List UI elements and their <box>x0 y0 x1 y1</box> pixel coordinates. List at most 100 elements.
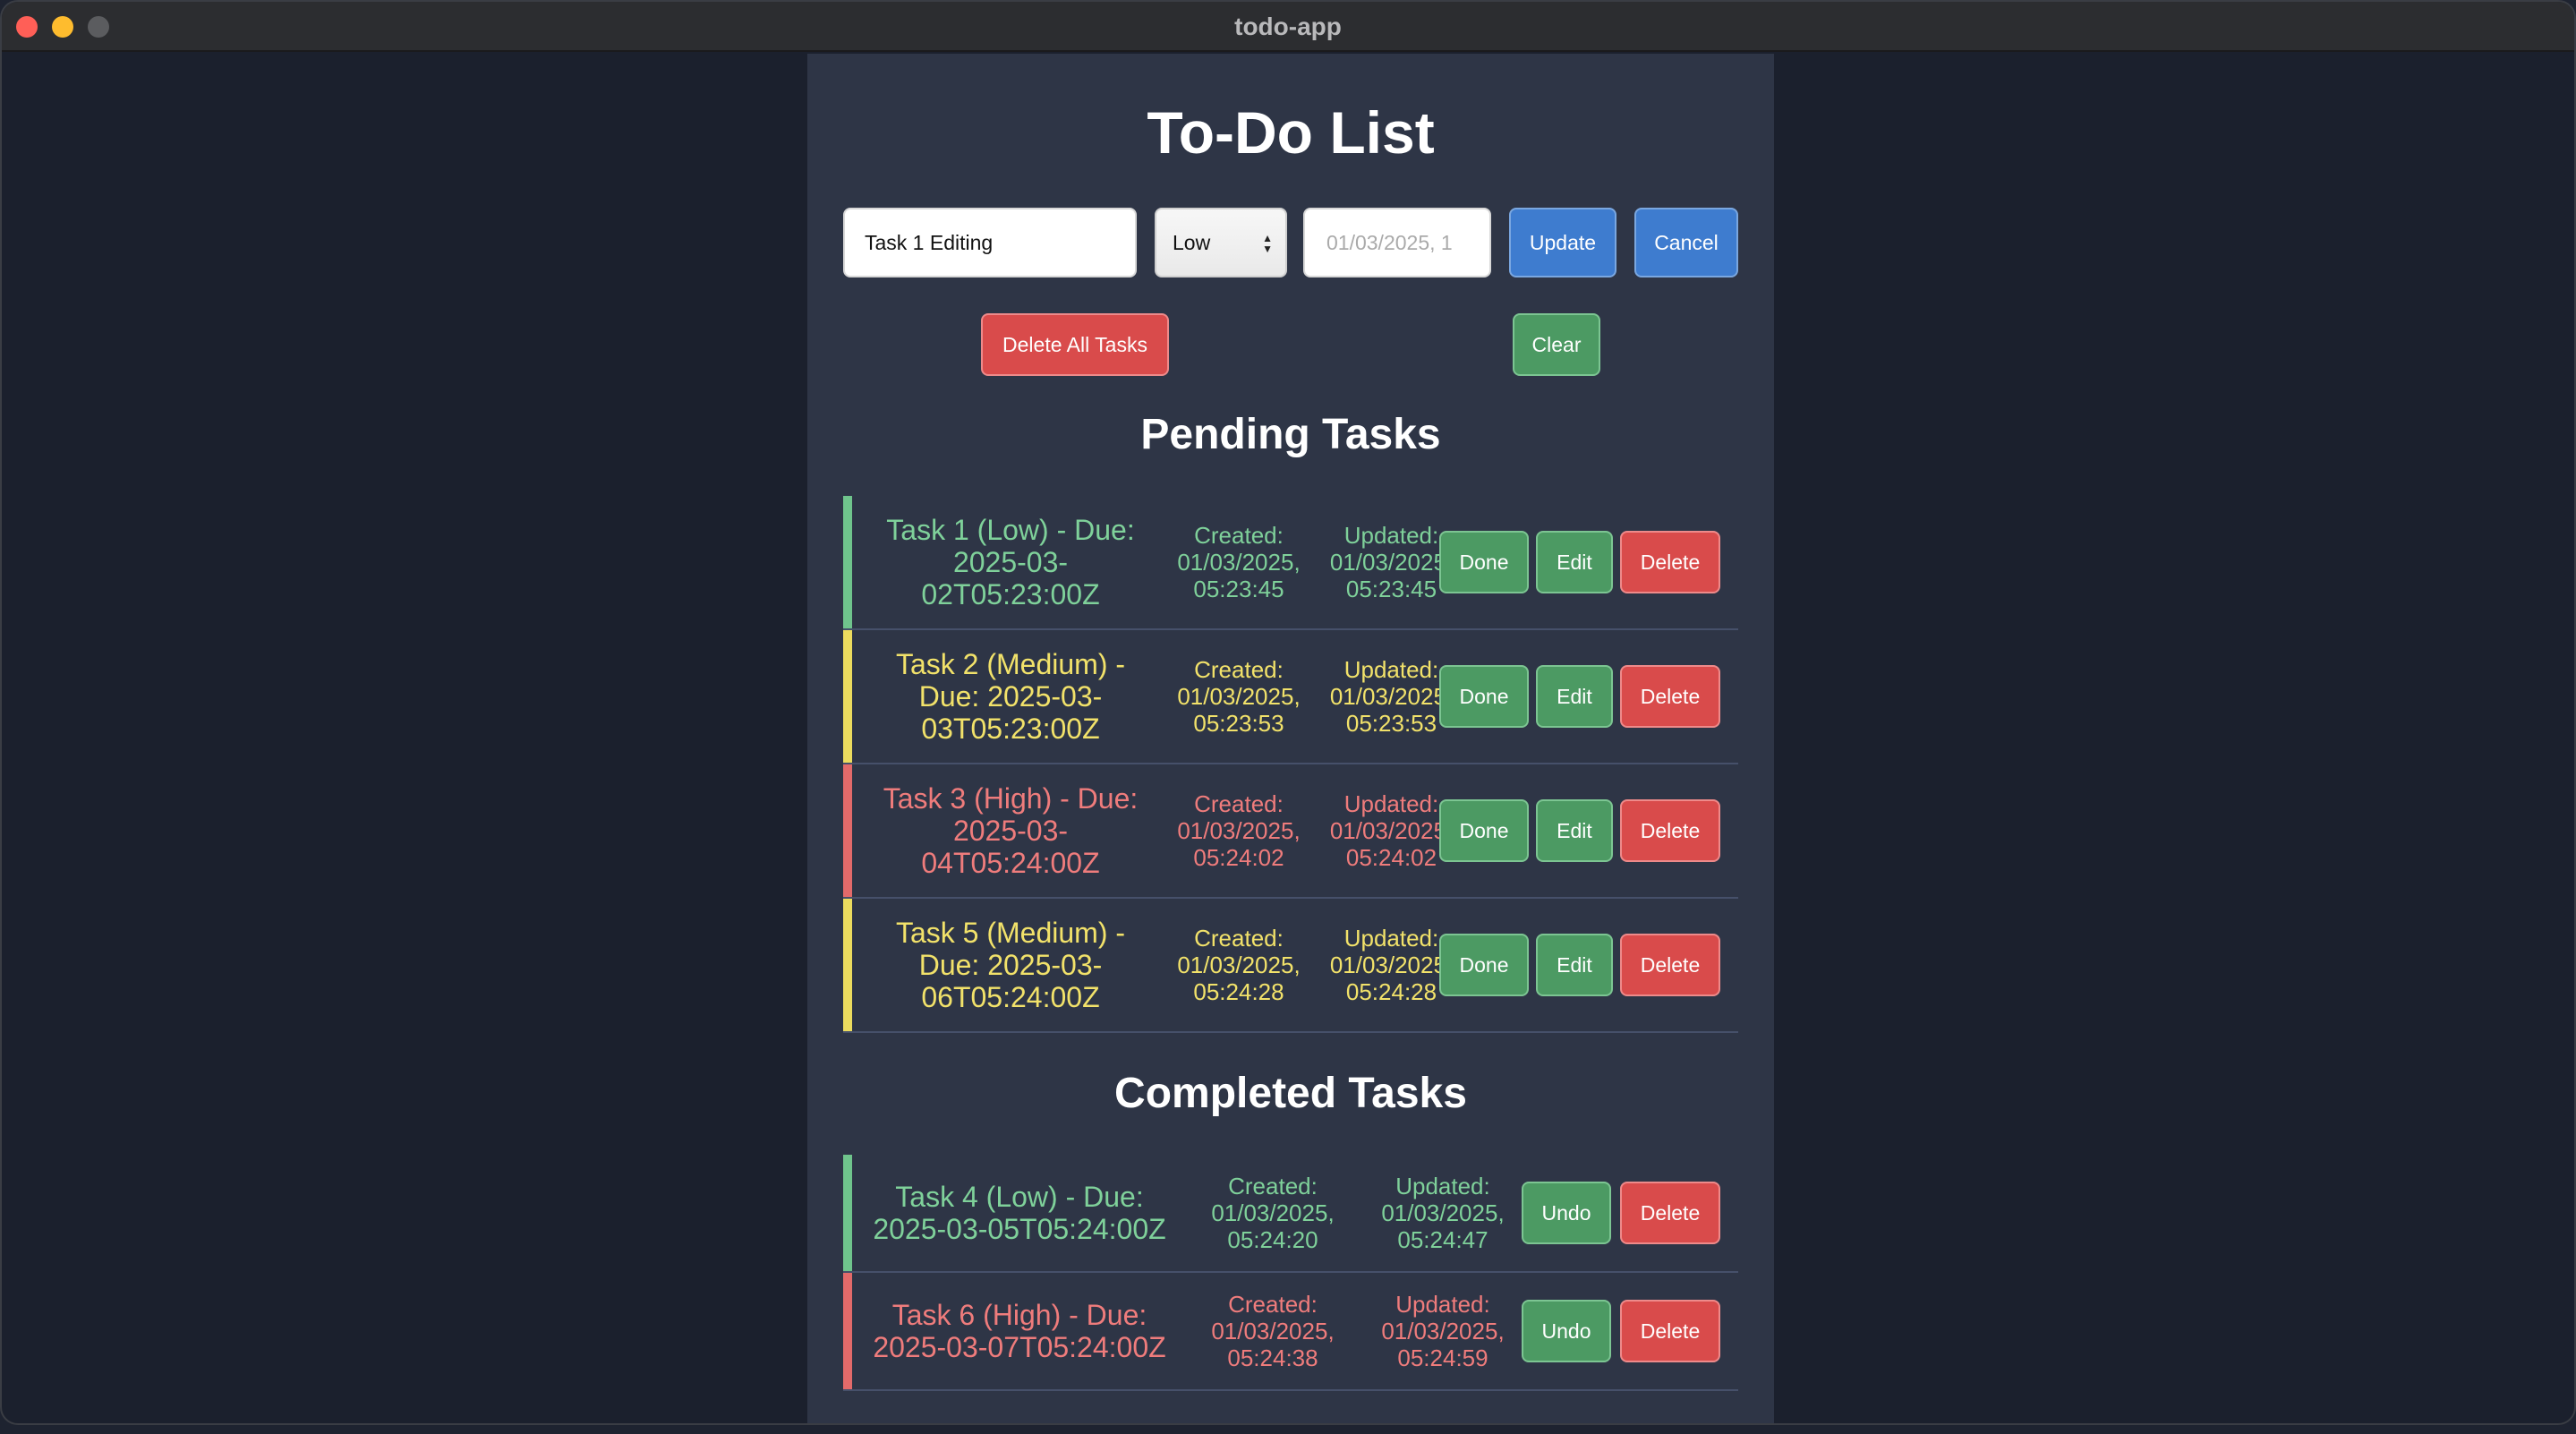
created-time: 05:24:02 <box>1193 844 1284 871</box>
task-title-line: 2025-03- <box>952 546 1069 578</box>
created-timestamp-text: Created: 01/03/2025, 05:23:53 <box>1177 656 1300 737</box>
created-date: 01/03/2025, <box>1177 817 1301 844</box>
task-title-text: Task 3 (High) - Due: 2025-03- 04T05:24:00Z <box>883 782 1139 879</box>
undo-button[interactable]: Undo <box>1522 1182 1611 1244</box>
created-timestamp: Created: 01/03/2025, 05:24:02 <box>1167 764 1310 897</box>
page-title: To-Do List <box>1147 99 1435 166</box>
undo-button[interactable]: Undo <box>1522 1300 1611 1362</box>
created-time: 05:24:28 <box>1193 978 1284 1005</box>
task-title-line: 06T05:24:00Z <box>921 981 1100 1013</box>
task-row: Task 6 (High) - Due: 2025-03-07T05:24:00Z… <box>843 1273 1738 1391</box>
task-row: Task 5 (Medium) - Due: 2025-03- 06T05:24:0… <box>843 899 1738 1033</box>
task-title-line: 02T05:23:00Z <box>921 578 1100 610</box>
created-label: Created: <box>1194 790 1284 817</box>
priority-indicator-bar <box>843 764 852 897</box>
created-time: 05:24:20 <box>1227 1226 1318 1253</box>
updated-date: 01/03/2025, <box>1381 1318 1505 1344</box>
updated-timestamp: Updated: 01/03/2025, 05:24:47 <box>1362 1155 1523 1271</box>
delete-button[interactable]: Delete <box>1620 1300 1720 1362</box>
task-title-line: 2025-03- <box>952 815 1069 847</box>
task-title-text: Task 5 (Medium) - Due: 2025-03- 06T05:24:0… <box>896 917 1125 1013</box>
created-date: 01/03/2025, <box>1177 549 1301 576</box>
updated-timestamp-text: Updated: 01/03/2025, 05:24:28 <box>1330 925 1453 1005</box>
delete-all-tasks-button[interactable]: Delete All Tasks <box>981 313 1169 376</box>
created-date: 01/03/2025, <box>1177 683 1301 710</box>
delete-button[interactable]: Delete <box>1620 799 1720 862</box>
task-title-line: 03T05:23:00Z <box>921 713 1100 745</box>
edit-button[interactable]: Edit <box>1536 934 1613 996</box>
delete-button[interactable]: Delete <box>1620 665 1720 728</box>
task-row: Task 3 (High) - Due: 2025-03- 04T05:24:00Z… <box>843 764 1738 899</box>
due-date-input[interactable]: 01/03/2025, 1 <box>1303 208 1491 277</box>
delete-button[interactable]: Delete <box>1620 1182 1720 1244</box>
done-button[interactable]: Done <box>1439 531 1529 593</box>
created-timestamp-text: Created: 01/03/2025, 05:24:28 <box>1177 925 1300 1005</box>
completed-tasks-heading: Completed Tasks <box>1114 1070 1467 1117</box>
task-input[interactable] <box>843 208 1137 277</box>
updated-timestamp-text: Updated: 01/03/2025, 05:23:45 <box>1330 522 1453 602</box>
created-timestamp-text: Created: 01/03/2025, 05:24:20 <box>1211 1173 1334 1253</box>
priority-select[interactable]: Low ▲ ▼ <box>1155 208 1287 277</box>
updated-date: 01/03/2025, <box>1329 683 1454 710</box>
pending-tasks-heading: Pending Tasks <box>1140 411 1441 458</box>
updated-label: Updated: <box>1343 925 1439 952</box>
task-title: Task 6 (High) - Due: 2025-03-07T05:24:00Z <box>854 1273 1185 1389</box>
created-date: 01/03/2025, <box>1211 1199 1335 1226</box>
delete-button[interactable]: Delete <box>1620 934 1720 996</box>
task-title-line: Task 2 (Medium) - <box>895 648 1126 680</box>
update-button[interactable]: Update <box>1509 208 1616 277</box>
cancel-button[interactable]: Cancel <box>1634 208 1738 277</box>
created-time: 05:23:45 <box>1193 576 1284 602</box>
created-timestamp: Created: 01/03/2025, 05:24:28 <box>1167 899 1310 1031</box>
task-title-line: 2025-03-07T05:24:00Z <box>873 1331 1166 1363</box>
clear-button[interactable]: Clear <box>1513 313 1600 376</box>
created-label: Created: <box>1194 522 1284 549</box>
updated-timestamp-text: Updated: 01/03/2025, 05:24:47 <box>1381 1173 1504 1253</box>
task-title-line: Task 4 (Low) - Due: <box>895 1181 1144 1213</box>
task-title-text: Task 2 (Medium) - Due: 2025-03- 03T05:23:0… <box>896 648 1125 745</box>
created-timestamp-text: Created: 01/03/2025, 05:24:38 <box>1211 1291 1334 1371</box>
updated-label: Updated: <box>1343 522 1439 549</box>
priority-select-value: Low <box>1173 230 1211 254</box>
delete-button[interactable]: Delete <box>1620 531 1720 593</box>
created-timestamp-text: Created: 01/03/2025, 05:24:02 <box>1177 790 1300 871</box>
title-bar: todo-app <box>2 2 2574 52</box>
task-title-line: Due: 2025-03- <box>918 680 1103 713</box>
updated-label: Updated: <box>1343 656 1439 683</box>
created-label: Created: <box>1228 1173 1318 1199</box>
updated-time: 05:24:59 <box>1397 1344 1488 1371</box>
updated-time: 05:24:28 <box>1345 978 1437 1005</box>
created-timestamp: Created: 01/03/2025, 05:23:53 <box>1167 630 1310 763</box>
updated-date: 01/03/2025, <box>1329 817 1454 844</box>
done-button[interactable]: Done <box>1439 665 1529 728</box>
created-timestamp: Created: 01/03/2025, 05:24:20 <box>1192 1155 1353 1271</box>
due-date-value: 01/03/2025, 1 <box>1326 230 1453 254</box>
updated-label: Updated: <box>1395 1291 1490 1318</box>
task-title-line: 04T05:24:00Z <box>921 847 1100 879</box>
created-timestamp: Created: 01/03/2025, 05:23:45 <box>1167 496 1310 628</box>
edit-button[interactable]: Edit <box>1536 665 1613 728</box>
task-title-line: Task 6 (High) - Due: <box>891 1299 1147 1331</box>
window-title: todo-app <box>1234 13 1342 40</box>
created-timestamp: Created: 01/03/2025, 05:24:38 <box>1192 1273 1353 1389</box>
updated-timestamp-text: Updated: 01/03/2025, 05:23:53 <box>1330 656 1453 737</box>
edit-button[interactable]: Edit <box>1536 799 1613 862</box>
priority-indicator-bar <box>843 630 852 763</box>
updated-date: 01/03/2025, <box>1329 952 1454 978</box>
created-label: Created: <box>1194 656 1284 683</box>
select-arrows-icon: ▲ ▼ <box>1262 232 1273 255</box>
created-timestamp-text: Created: 01/03/2025, 05:23:45 <box>1177 522 1300 602</box>
done-button[interactable]: Done <box>1439 934 1529 996</box>
task-title: Task 2 (Medium) - Due: 2025-03- 03T05:23:0… <box>854 630 1167 763</box>
updated-label: Updated: <box>1343 790 1439 817</box>
todo-panel: To-Do List Low ▲▼ 01/03/2025, 1 Update C… <box>807 54 1774 1423</box>
updated-time: 05:24:02 <box>1345 844 1437 871</box>
task-row: Task 1 (Low) - Due: 2025-03- 02T05:23:00Z C… <box>843 496 1738 630</box>
updated-date: 01/03/2025, <box>1381 1199 1505 1226</box>
done-button[interactable]: Done <box>1439 799 1529 862</box>
task-title: Task 3 (High) - Due: 2025-03- 04T05:24:00Z <box>854 764 1167 897</box>
task-title-line: Task 5 (Medium) - <box>895 917 1126 949</box>
task-title-text: Task 6 (High) - Due: 2025-03-07T05:24:00Z <box>873 1299 1165 1363</box>
edit-button[interactable]: Edit <box>1536 531 1613 593</box>
updated-timestamp-text: Updated: 01/03/2025, 05:24:59 <box>1381 1291 1504 1371</box>
